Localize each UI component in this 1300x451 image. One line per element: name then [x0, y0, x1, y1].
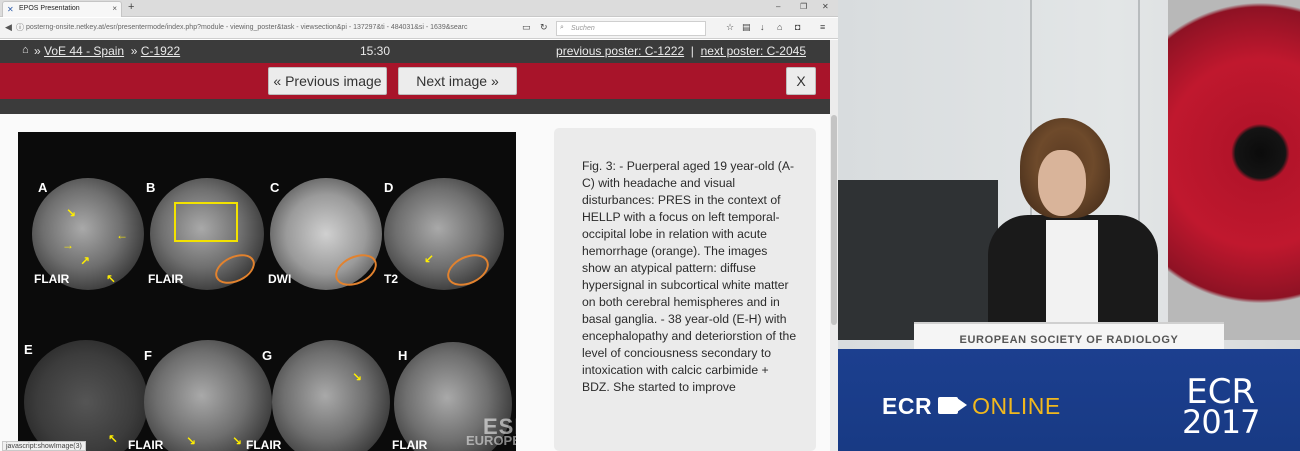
controls-divider	[0, 99, 830, 114]
tab-close-icon[interactable]: ×	[112, 4, 117, 13]
sequence-label-d: T2	[384, 272, 399, 286]
image-controls-bar: « Previous image Next image » X	[0, 63, 830, 99]
panel-label-d: D	[384, 180, 394, 195]
panel-label-f: F	[144, 348, 152, 363]
panel-label-h: H	[398, 348, 408, 363]
browser-tab[interactable]: ✕ EPOS Presentation ×	[2, 1, 122, 17]
annotation-arrow-icon: ↖	[108, 432, 119, 446]
ecr-online-left: ECR	[882, 393, 933, 419]
search-placeholder: Suchen	[571, 25, 595, 32]
breadcrumb-separator: »	[130, 44, 138, 58]
caption-text: Fig. 3: - Puerperal aged 19 year-old (A-…	[582, 159, 797, 394]
browser-window: ✕ EPOS Presentation × + – ❐ ✕ ◀ ⓘ poster…	[0, 0, 838, 451]
poster-pager: previous poster: C-1222 | next poster: C…	[556, 44, 806, 58]
minimize-icon[interactable]: –	[776, 2, 780, 11]
scan-e	[24, 340, 148, 451]
scan-f	[144, 340, 272, 451]
video-camera-icon	[938, 397, 968, 415]
menu-icon[interactable]: ≡	[820, 22, 825, 32]
podium: EUROPEAN SOCIETY OF RADIOLOGY	[914, 322, 1224, 352]
tab-title: EPOS Presentation	[19, 5, 80, 12]
ecr-logo-year: 2017	[1182, 403, 1260, 441]
site-favicon-icon: ✕	[7, 5, 14, 14]
annotation-arrow-icon: ↘	[352, 370, 363, 384]
previous-poster-link[interactable]: previous poster: C-1222	[556, 44, 684, 58]
background-flower-panel	[1168, 0, 1300, 340]
podium-label: EUROPEAN SOCIETY OF RADIOLOGY	[959, 334, 1179, 346]
pager-separator: |	[690, 44, 694, 58]
poster-content: A B C D E F G H FLAIR FLAIR DWI T2 FLAIR…	[0, 114, 830, 451]
search-input[interactable]: ⌕ Suchen	[556, 21, 706, 36]
annotation-arrow-icon: ↗	[80, 254, 91, 268]
sequence-label-c: DWI	[268, 272, 292, 286]
close-button[interactable]: X	[786, 67, 816, 95]
back-icon[interactable]: ◀	[5, 22, 12, 33]
panel-label-e: E	[24, 342, 33, 357]
url-field[interactable]: posterng-onsite.netkey.at/esr/presenterm…	[26, 21, 526, 36]
background-dark-panel	[838, 180, 998, 340]
basal-ganglia-box	[174, 202, 238, 242]
annotation-arrow-icon: ↘	[186, 434, 197, 448]
panel-label-a: A	[38, 180, 48, 195]
figure-caption: Fig. 3: - Puerperal aged 19 year-old (A-…	[554, 128, 816, 451]
breadcrumb-separator: »	[34, 44, 41, 58]
address-bar: ◀ ⓘ posterng-onsite.netkey.at/esr/presen…	[0, 18, 838, 39]
annotation-arrow-icon: ↘	[232, 434, 243, 448]
panel-label-g: G	[262, 348, 273, 363]
reload-icon[interactable]: ↻	[540, 22, 548, 33]
sequence-label-f: FLAIR	[128, 438, 164, 451]
next-image-button[interactable]: Next image »	[398, 67, 517, 95]
sequence-label-g: FLAIR	[246, 438, 282, 451]
scrollbar-thumb[interactable]	[831, 115, 837, 325]
annotation-arrow-icon: ↖	[106, 272, 117, 286]
breadcrumb: » VoE 44 - Spain » C-1922	[34, 44, 180, 58]
sequence-label-h: FLAIR	[392, 438, 428, 451]
status-bar: javascript:showImage(3)	[2, 441, 86, 451]
panel-label-b: B	[146, 180, 156, 195]
sequence-label-a: FLAIR	[34, 272, 70, 286]
annotation-arrow-icon: ↘	[66, 206, 77, 220]
next-poster-link[interactable]: next poster: C-2045	[701, 44, 806, 58]
library-icon[interactable]: ▤	[742, 22, 751, 33]
annotation-arrow-icon: ↙	[424, 252, 435, 266]
search-icon: ⌕	[560, 24, 564, 31]
speaker-shirt	[1046, 220, 1098, 330]
sequence-label-b: FLAIR	[148, 272, 184, 286]
bookmark-star-icon[interactable]: ☆	[726, 22, 734, 33]
home-icon[interactable]: ⌂	[22, 44, 29, 56]
scan-g	[272, 340, 390, 451]
poster-navigation: ⌂ » VoE 44 - Spain » C-1922 15:30 previo…	[0, 40, 830, 63]
breadcrumb-poster-link[interactable]: C-1922	[141, 44, 180, 58]
ecr-online-logo: ECR ONLINE	[882, 393, 1061, 420]
previous-image-button[interactable]: « Previous image	[268, 67, 387, 95]
tab-bar: ✕ EPOS Presentation × + – ❐ ✕	[0, 0, 838, 17]
new-tab-icon[interactable]: +	[128, 1, 134, 13]
ecr-2017-logo: ECR 2017	[1182, 375, 1260, 441]
restore-icon[interactable]: ❐	[800, 2, 807, 11]
annotation-arrow-icon: →	[62, 238, 74, 252]
reader-view-icon[interactable]: ▭	[522, 22, 531, 33]
annotation-arrow-icon: ←	[116, 228, 128, 242]
mri-figure[interactable]: A B C D E F G H FLAIR FLAIR DWI T2 FLAIR…	[18, 132, 516, 451]
esr-watermark-text: EUROPEAN SOCI	[466, 433, 516, 448]
download-icon[interactable]: ↓	[760, 22, 765, 32]
ecr-online-right: ONLINE	[972, 393, 1061, 419]
speaker-face	[1038, 150, 1086, 216]
ecr-online-banner: ECR ONLINE ECR 2017	[838, 349, 1300, 451]
home-toolbar-icon[interactable]: ⌂	[777, 22, 782, 32]
window-close-icon[interactable]: ✕	[822, 2, 829, 11]
pocket-icon[interactable]: ◘	[795, 22, 800, 32]
panel-label-c: C	[270, 180, 280, 195]
info-icon[interactable]: ⓘ	[16, 22, 24, 33]
clock: 15:30	[360, 44, 391, 58]
speaker-video: EUROPEAN SOCIETY OF RADIOLOGY ECR ONLINE …	[838, 0, 1300, 451]
breadcrumb-session-link[interactable]: VoE 44 - Spain	[44, 44, 124, 58]
